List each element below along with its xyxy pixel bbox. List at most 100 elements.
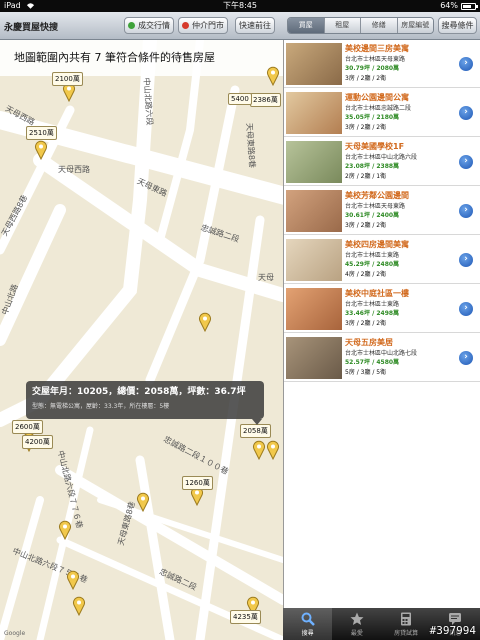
tooltip-detail: 型態：無電梯公寓，屋齡：33.3年，所在樓層：5樓 [32,403,170,410]
price-tag[interactable]: 4235萬 [230,610,261,624]
listing-title: 美校芳鄰公園邊間 [345,191,409,200]
listing-photo [286,43,342,85]
clock: 下午8:45 [223,1,257,10]
disclosure-chevron-icon[interactable]: › [459,106,473,120]
listing-price: 33.46坪 / 2498萬 [345,310,400,317]
listing-title: 天母美國學校1F [345,142,405,151]
bottom-tab-bar: 搜尋 最愛 房貸試算 訊息 #397994 [283,608,480,640]
listing-photo [286,190,342,232]
listing-item[interactable]: 美校邊間三房美寓 台北市士林區天母東路 30.79坪 / 2080萬 3房 / … [284,40,480,88]
map-pin-icon[interactable] [34,140,48,160]
listing-photo [286,92,342,134]
tab-favorites-label: 最愛 [350,630,363,637]
google-logo: Google [4,630,26,637]
listing-price: 35.05坪 / 2180萬 [345,114,400,121]
listing-photo [286,141,342,183]
deal-records-label: 成交行情 [138,21,170,30]
listing-panel: 美校邊間三房美寓 台北市士林區天母東路 30.79坪 / 2080萬 3房 / … [283,40,480,608]
listing-address: 台北市士林區天母東路 [345,56,406,63]
segment-rent[interactable]: 租屋 [324,18,361,33]
battery-percent: 64% [440,1,458,10]
quick-go-label: 快速前往 [239,21,271,30]
deal-records-button[interactable]: 成交行情 [124,17,174,34]
map-pin-icon[interactable] [58,520,72,540]
listing-item[interactable]: 運動公園邊間公寓 台北市士林區忠誠路二段 35.05坪 / 2180萬 3房 /… [284,89,480,137]
tab-mortgage-calculator[interactable]: 房貸試算 [382,608,431,640]
segment-buy[interactable]: 買屋 [288,18,325,33]
segment-house-id[interactable]: 房屋編號 [397,18,433,33]
calculator-icon [401,612,412,626]
status-bar: iPad 下午8:45 64% [0,0,480,12]
map-view[interactable]: 地圖範圍內共有 7 筆符合條件的待售房屋 天母西路 天母西路 天母東路 忠誠路二… [0,40,283,640]
tooltip-summary: 交屋年月：10205，總價：2058萬，坪數：36.7坪 [32,387,246,397]
listing-photo [286,239,342,281]
listing-price: 30.61坪 / 2400萬 [345,212,400,219]
search-criteria-button[interactable]: 搜尋條件 [438,17,477,34]
map-pin-icon[interactable] [252,440,266,460]
listing-title: 運動公園邊間公寓 [345,93,409,102]
disclosure-chevron-icon[interactable]: › [459,302,473,316]
listing-price: 45.29坪 / 2480萬 [345,261,400,268]
listing-rooms: 3房 / 2廳 / 2衛 [345,124,387,131]
price-tag[interactable]: 5400 [228,93,252,105]
map-pin-icon[interactable] [66,570,80,590]
listing-item[interactable]: 美校四房邊間美寓 台北市士林區士東路 45.29坪 / 2480萬 4房 / 2… [284,236,480,284]
map-pin-icon[interactable] [266,66,280,86]
top-toolbar: 永慶買屋快搜 成交行情 仲介門市 快速前往 買屋 租屋 修繕 房屋編號 搜尋條件 [0,12,480,40]
map-pin-icon[interactable] [136,492,150,512]
listing-rooms: 3房 / 2廳 / 2衛 [345,320,387,327]
listing-price: 52.57坪 / 4580萬 [345,359,400,366]
tab-search[interactable]: 搜尋 [283,608,333,640]
tab-mortgage-label: 房貸試算 [394,630,419,637]
listing-rooms: 3房 / 2廳 / 2衛 [345,75,387,82]
listing-item[interactable]: 美校中庭社區一樓 台北市士林區士東路 33.46坪 / 2498萬 3房 / 2… [284,285,480,333]
tab-search-label: 搜尋 [301,630,314,637]
disclosure-chevron-icon[interactable]: › [459,253,473,267]
price-tag[interactable]: 2386萬 [250,93,281,107]
price-tag[interactable]: 2058萬 [240,424,271,438]
listing-item[interactable]: 美校芳鄰公園邊間 台北市士林區天母東路 30.61坪 / 2400萬 3房 / … [284,187,480,235]
app-title: 永慶買屋快搜 [4,23,59,33]
listing-address: 台北市士林區忠誠路二段 [345,105,412,112]
listing-title: 美校邊間三房美寓 [345,44,409,53]
price-tag[interactable]: 2100萬 [52,72,83,86]
listing-rooms: 3房 / 2廳 / 2衛 [345,222,387,229]
listing-address: 台北市士林區天母東路 [345,203,406,210]
star-icon [350,612,364,625]
search-criteria-label: 搜尋條件 [441,21,474,30]
listing-price: 30.79坪 / 2080萬 [345,65,400,72]
quick-go-button[interactable]: 快速前往 [235,17,275,34]
listing-address: 台北市士林區士東路 [345,252,400,259]
map-pin-icon[interactable] [72,596,86,616]
price-tag[interactable]: 4200萬 [22,435,53,449]
listing-photo [286,288,342,330]
tab-favorites[interactable]: 最愛 [332,608,381,640]
price-tag[interactable]: 1260萬 [182,476,213,490]
disclosure-chevron-icon[interactable]: › [459,204,473,218]
price-tag[interactable]: 2510萬 [26,126,57,140]
disclosure-chevron-icon[interactable]: › [459,57,473,71]
road-label: 天母 [258,273,274,282]
map-pin-icon[interactable] [266,440,280,460]
map-tooltip[interactable]: 交屋年月：10205，總價：2058萬，坪數：36.7坪 型態：無電梯公寓，屋齡… [26,381,264,425]
listing-title: 美校四房邊間美寓 [345,240,409,249]
disclosure-chevron-icon[interactable]: › [459,155,473,169]
listing-photo [286,337,342,379]
listing-rooms: 4房 / 2廳 / 2衛 [345,271,387,278]
listing-item[interactable]: 天母五房美居 台北市士林區中山北路七段 52.57坪 / 4580萬 5房 / … [284,334,480,382]
listing-address: 台北市士林區士東路 [345,301,400,308]
listing-price: 23.08坪 / 2388萬 [345,163,400,170]
listing-rooms: 2房 / 2廳 / 1衛 [345,173,387,180]
map-pin-icon[interactable] [198,312,212,332]
road-label: 天母西路 [58,165,90,174]
listing-item[interactable]: 天母美國學校1F 台北市士林區中山北路六段 23.08坪 / 2388萬 2房 … [284,138,480,186]
listing-address: 台北市士林區中山北路六段 [345,154,418,161]
agency-store-button[interactable]: 仲介門市 [178,17,228,34]
segment-repair[interactable]: 修繕 [361,18,398,33]
listing-address: 台北市士林區中山北路七段 [345,350,418,357]
map-result-banner: 地圖範圍內共有 7 筆符合條件的待售房屋 [0,40,283,76]
watermark: #397994 [429,624,476,637]
price-tag[interactable]: 2600萬 [12,420,43,434]
battery-icon [461,3,478,10]
disclosure-chevron-icon[interactable]: › [459,351,473,365]
